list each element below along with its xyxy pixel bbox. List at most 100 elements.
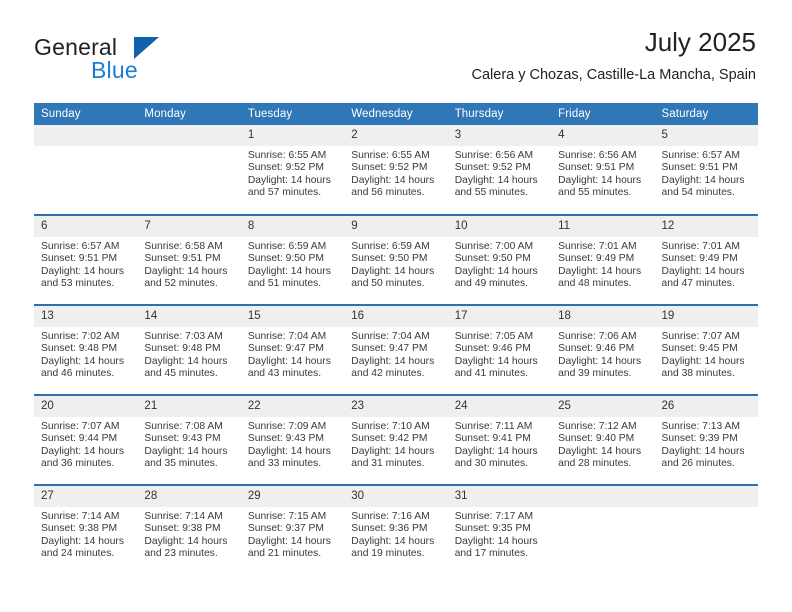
day-cell[interactable] [137,125,241,215]
day-cell[interactable]: 10 Sunrise: 7:00 AM Sunset: 9:50 PM Dayl… [447,214,552,305]
daylight-text-line1: Daylight: 14 hours [661,265,745,277]
day-details: Sunrise: 6:55 AM Sunset: 9:52 PM Dayligh… [241,146,344,200]
day-cell[interactable]: 2 Sunrise: 6:55 AM Sunset: 9:52 PM Dayli… [344,125,448,215]
day-cell[interactable]: 4 Sunrise: 6:56 AM Sunset: 9:51 PM Dayli… [551,125,655,215]
sunset-text: Sunset: 9:47 PM [247,343,324,355]
calendar-grid: Sunday Monday Tuesday Wednesday Thursday… [34,103,758,575]
daylight-text-line2: and 31 minutes. [351,458,425,470]
sunrise-text: Sunrise: 6:56 AM [558,150,637,161]
day-cell[interactable]: 8 Sunrise: 6:59 AM Sunset: 9:50 PM Dayli… [240,214,345,305]
day-details: Sunrise: 7:06 AM Sunset: 9:46 PM Dayligh… [551,327,654,381]
week-row: 1 Sunrise: 6:55 AM Sunset: 9:52 PM Dayli… [34,125,758,215]
day-details: Sunrise: 7:07 AM Sunset: 9:45 PM Dayligh… [655,327,758,381]
day-details: Sunrise: 7:04 AM Sunset: 9:47 PM Dayligh… [344,327,447,381]
daylight-text-line1: Daylight: 14 hours [144,265,228,277]
sunrise-text: Sunrise: 7:14 AM [144,511,223,522]
day-cell[interactable]: 31 Sunrise: 7:17 AM Sunset: 9:35 PM Dayl… [447,484,552,575]
daylight-text-line2: and 56 minutes. [351,187,425,199]
day-cell[interactable]: 1 Sunrise: 6:55 AM Sunset: 9:52 PM Dayli… [240,125,345,215]
day-details: Sunrise: 7:01 AM Sunset: 9:49 PM Dayligh… [655,237,758,291]
sunset-text: Sunset: 9:38 PM [144,523,221,535]
weekday-header-monday: Monday [137,103,241,125]
day-cell[interactable]: 28 Sunrise: 7:14 AM Sunset: 9:38 PM Dayl… [137,484,241,575]
day-cell[interactable]: 21 Sunrise: 7:08 AM Sunset: 9:43 PM Dayl… [137,394,241,485]
day-number [34,125,138,146]
sunset-text: Sunset: 9:48 PM [41,343,118,355]
day-cell[interactable]: 20 Sunrise: 7:07 AM Sunset: 9:44 PM Dayl… [34,394,138,485]
daylight-text-line1: Daylight: 14 hours [351,174,435,186]
day-cell[interactable] [551,484,655,575]
sunrise-text: Sunrise: 7:07 AM [41,421,120,432]
sunrise-text: Sunrise: 7:00 AM [454,241,534,252]
day-cell[interactable]: 14 Sunrise: 7:03 AM Sunset: 9:48 PM Dayl… [137,304,241,395]
sunset-text: Sunset: 9:50 PM [247,253,324,265]
day-cell[interactable]: 13 Sunrise: 7:02 AM Sunset: 9:48 PM Dayl… [34,304,138,395]
day-cell[interactable]: 19 Sunrise: 7:07 AM Sunset: 9:45 PM Dayl… [654,304,758,395]
day-cell[interactable]: 3 Sunrise: 6:56 AM Sunset: 9:52 PM Dayli… [447,125,552,215]
day-cell[interactable]: 16 Sunrise: 7:04 AM Sunset: 9:47 PM Dayl… [344,304,448,395]
weekday-header-friday: Friday [551,103,655,125]
calendar-table: Sunday Monday Tuesday Wednesday Thursday… [34,103,758,575]
general-blue-logo[interactable]: General Blue [34,34,254,88]
daylight-text-line1: Daylight: 14 hours [454,445,538,457]
day-number: 31 [447,486,552,507]
day-cell[interactable] [34,125,138,215]
day-cell[interactable]: 15 Sunrise: 7:04 AM Sunset: 9:47 PM Dayl… [240,304,345,395]
sunset-text: Sunset: 9:52 PM [454,162,531,174]
day-cell[interactable]: 29 Sunrise: 7:15 AM Sunset: 9:37 PM Dayl… [240,484,345,575]
day-number: 11 [551,216,655,237]
sunset-text: Sunset: 9:46 PM [454,343,531,355]
sunset-text: Sunset: 9:51 PM [41,253,118,265]
day-cell[interactable]: 6 Sunrise: 6:57 AM Sunset: 9:51 PM Dayli… [34,214,138,305]
daylight-text-line2: and 48 minutes. [558,278,632,290]
title-block: July 2025 Calera y Chozas, Castille-La M… [472,26,757,84]
sunset-text: Sunset: 9:41 PM [454,433,531,445]
day-cell[interactable]: 5 Sunrise: 6:57 AM Sunset: 9:51 PM Dayli… [654,125,758,215]
sunset-text: Sunset: 9:51 PM [558,162,635,174]
day-cell[interactable]: 7 Sunrise: 6:58 AM Sunset: 9:51 PM Dayli… [137,214,241,305]
day-details [34,146,137,150]
day-cell[interactable]: 17 Sunrise: 7:05 AM Sunset: 9:46 PM Dayl… [447,304,552,395]
day-cell[interactable] [654,484,758,575]
daylight-text-line1: Daylight: 14 hours [454,535,538,547]
day-cell[interactable]: 25 Sunrise: 7:12 AM Sunset: 9:40 PM Dayl… [551,394,655,485]
sunrise-text: Sunrise: 7:15 AM [247,511,327,522]
day-cell[interactable]: 23 Sunrise: 7:10 AM Sunset: 9:42 PM Dayl… [344,394,448,485]
sunset-text: Sunset: 9:50 PM [351,253,428,265]
calendar-header-row: Sunday Monday Tuesday Wednesday Thursday… [34,103,758,125]
day-cell[interactable]: 27 Sunrise: 7:14 AM Sunset: 9:38 PM Dayl… [34,484,138,575]
day-cell[interactable]: 26 Sunrise: 7:13 AM Sunset: 9:39 PM Dayl… [654,394,758,485]
day-number [137,125,241,146]
day-details: Sunrise: 7:01 AM Sunset: 9:49 PM Dayligh… [551,237,654,291]
day-cell[interactable]: 18 Sunrise: 7:06 AM Sunset: 9:46 PM Dayl… [551,304,655,395]
day-details: Sunrise: 7:11 AM Sunset: 9:41 PM Dayligh… [448,417,551,471]
page-header: General Blue July 2025 Calera y Chozas, … [0,0,792,100]
day-cell[interactable]: 22 Sunrise: 7:09 AM Sunset: 9:43 PM Dayl… [240,394,345,485]
day-number: 29 [240,486,345,507]
sunset-text: Sunset: 9:43 PM [247,433,324,445]
day-number: 23 [344,396,448,417]
day-cell[interactable]: 24 Sunrise: 7:11 AM Sunset: 9:41 PM Dayl… [447,394,552,485]
sunset-text: Sunset: 9:44 PM [41,433,118,445]
day-cell[interactable]: 11 Sunrise: 7:01 AM Sunset: 9:49 PM Dayl… [551,214,655,305]
daylight-text-line1: Daylight: 14 hours [247,445,331,457]
day-details: Sunrise: 7:02 AM Sunset: 9:48 PM Dayligh… [34,327,137,381]
day-details [655,507,758,511]
daylight-text-line1: Daylight: 14 hours [558,355,642,367]
sunset-text: Sunset: 9:40 PM [558,433,635,445]
weekday-header-tuesday: Tuesday [240,103,345,125]
logo-text-blue: Blue [91,57,138,83]
day-number: 6 [34,216,138,237]
day-details: Sunrise: 7:15 AM Sunset: 9:37 PM Dayligh… [241,507,344,561]
daylight-text-line1: Daylight: 14 hours [454,174,538,186]
day-cell[interactable]: 12 Sunrise: 7:01 AM Sunset: 9:49 PM Dayl… [654,214,758,305]
day-cell[interactable]: 30 Sunrise: 7:16 AM Sunset: 9:36 PM Dayl… [344,484,448,575]
day-details: Sunrise: 6:59 AM Sunset: 9:50 PM Dayligh… [344,237,447,291]
day-details: Sunrise: 7:00 AM Sunset: 9:50 PM Dayligh… [448,237,551,291]
daylight-text-line2: and 50 minutes. [351,278,425,290]
sunrise-text: Sunrise: 6:59 AM [247,241,327,252]
day-number: 21 [137,396,241,417]
day-number [551,486,655,507]
daylight-text-line1: Daylight: 14 hours [144,535,228,547]
day-cell[interactable]: 9 Sunrise: 6:59 AM Sunset: 9:50 PM Dayli… [344,214,448,305]
